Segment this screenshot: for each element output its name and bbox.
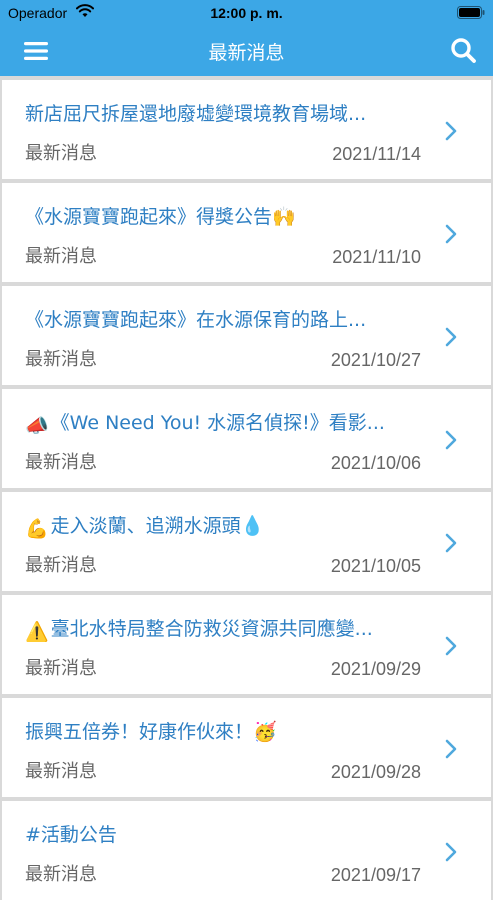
news-title-text: 新店屈尺拆屋還地廢墟變環境教育場域...: [25, 103, 367, 125]
news-title-text: 《We Need You! 水源名偵探!》看影...: [50, 412, 385, 434]
news-title: 新店屈尺拆屋還地廢墟變環境教育場域...: [25, 102, 425, 126]
news-category: 最新消息: [25, 864, 97, 885]
news-category: 最新消息: [25, 143, 97, 164]
news-title: 《水源寶寶跑起來》在水源保育的路上...: [25, 308, 425, 332]
search-icon[interactable]: [449, 37, 479, 65]
news-category: 最新消息: [25, 246, 97, 267]
news-item[interactable]: ⚠️ 臺北水特局整合防救災資源共同應變... 最新消息 2021/09/29: [2, 595, 491, 694]
news-title-text: #活動公告: [25, 824, 117, 846]
chevron-right-icon: [445, 121, 457, 141]
news-item[interactable]: 💪 走入淡蘭、追溯水源頭💧 最新消息 2021/10/05: [2, 492, 491, 591]
chevron-right-icon: [445, 739, 457, 759]
news-item[interactable]: #活動公告最新消息 2021/09/17: [2, 801, 491, 900]
news-category: 最新消息: [25, 452, 97, 473]
page-title: 最新消息: [208, 42, 285, 64]
chevron-right-icon: [445, 533, 457, 553]
news-title-text: 《水源寶寶跑起來》在水源保育的路上...: [25, 309, 367, 331]
news-category: 最新消息: [25, 761, 97, 782]
news-date: 2021/11/10: [332, 247, 421, 267]
chevron-right-icon: [445, 842, 457, 862]
news-title: 💪 走入淡蘭、追溯水源頭💧: [25, 514, 425, 541]
news-date: 2021/09/17: [330, 865, 421, 885]
news-date: 2021/10/27: [330, 350, 421, 370]
news-item[interactable]: 《水源寶寶跑起來》在水源保育的路上... 最新消息 2021/10/27: [2, 286, 491, 385]
clock: 12:00 p. m.: [210, 5, 283, 21]
news-category: 最新消息: [25, 555, 97, 576]
title-emoji-icon: 📣: [25, 415, 49, 437]
chevron-right-icon: [445, 327, 457, 347]
news-date: 2021/10/06: [330, 453, 421, 473]
navigation-bar: 最新消息: [0, 26, 493, 76]
news-title: 📣 《We Need You! 水源名偵探!》看影...: [25, 411, 425, 438]
news-item[interactable]: 振興五倍券！好康作伙來！🥳 最新消息 2021/09/28: [2, 698, 491, 797]
chevron-right-icon: [445, 430, 457, 450]
news-date: 2021/09/28: [330, 762, 421, 782]
battery-icon: [457, 6, 485, 19]
news-title-text: 振興五倍券！好康作伙來！🥳: [25, 721, 277, 743]
news-title-text: 《水源寶寶跑起來》得獎公告🙌: [25, 206, 296, 228]
news-date: 2021/09/29: [330, 659, 421, 679]
news-item[interactable]: 《水源寶寶跑起來》得獎公告🙌 最新消息 2021/11/10: [2, 183, 491, 282]
news-title: 振興五倍券！好康作伙來！🥳: [25, 720, 425, 744]
title-emoji-icon: 💪: [25, 518, 49, 540]
news-category: 最新消息: [25, 349, 97, 370]
title-emoji-icon: ⚠️: [25, 621, 49, 643]
news-date: 2021/11/14: [332, 144, 421, 164]
news-title: #活動公告: [25, 823, 425, 847]
news-title-text: 走入淡蘭、追溯水源頭💧: [50, 515, 265, 537]
chevron-right-icon: [445, 224, 457, 244]
news-title-text: 臺北水特局整合防救災資源共同應變...: [50, 618, 373, 640]
status-bar: Operador 12:00 p. m.: [0, 0, 493, 26]
news-item[interactable]: 新店屈尺拆屋還地廢墟變環境教育場域... 最新消息 2021/11/14: [2, 80, 491, 179]
news-date: 2021/10/05: [330, 556, 421, 576]
chevron-right-icon: [445, 636, 457, 656]
news-category: 最新消息: [25, 658, 97, 679]
news-title: ⚠️ 臺北水特局整合防救災資源共同應變...: [25, 617, 425, 644]
news-item[interactable]: 📣 《We Need You! 水源名偵探!》看影... 最新消息 2021/10/0…: [2, 389, 491, 488]
news-title: 《水源寶寶跑起來》得獎公告🙌: [25, 205, 425, 229]
